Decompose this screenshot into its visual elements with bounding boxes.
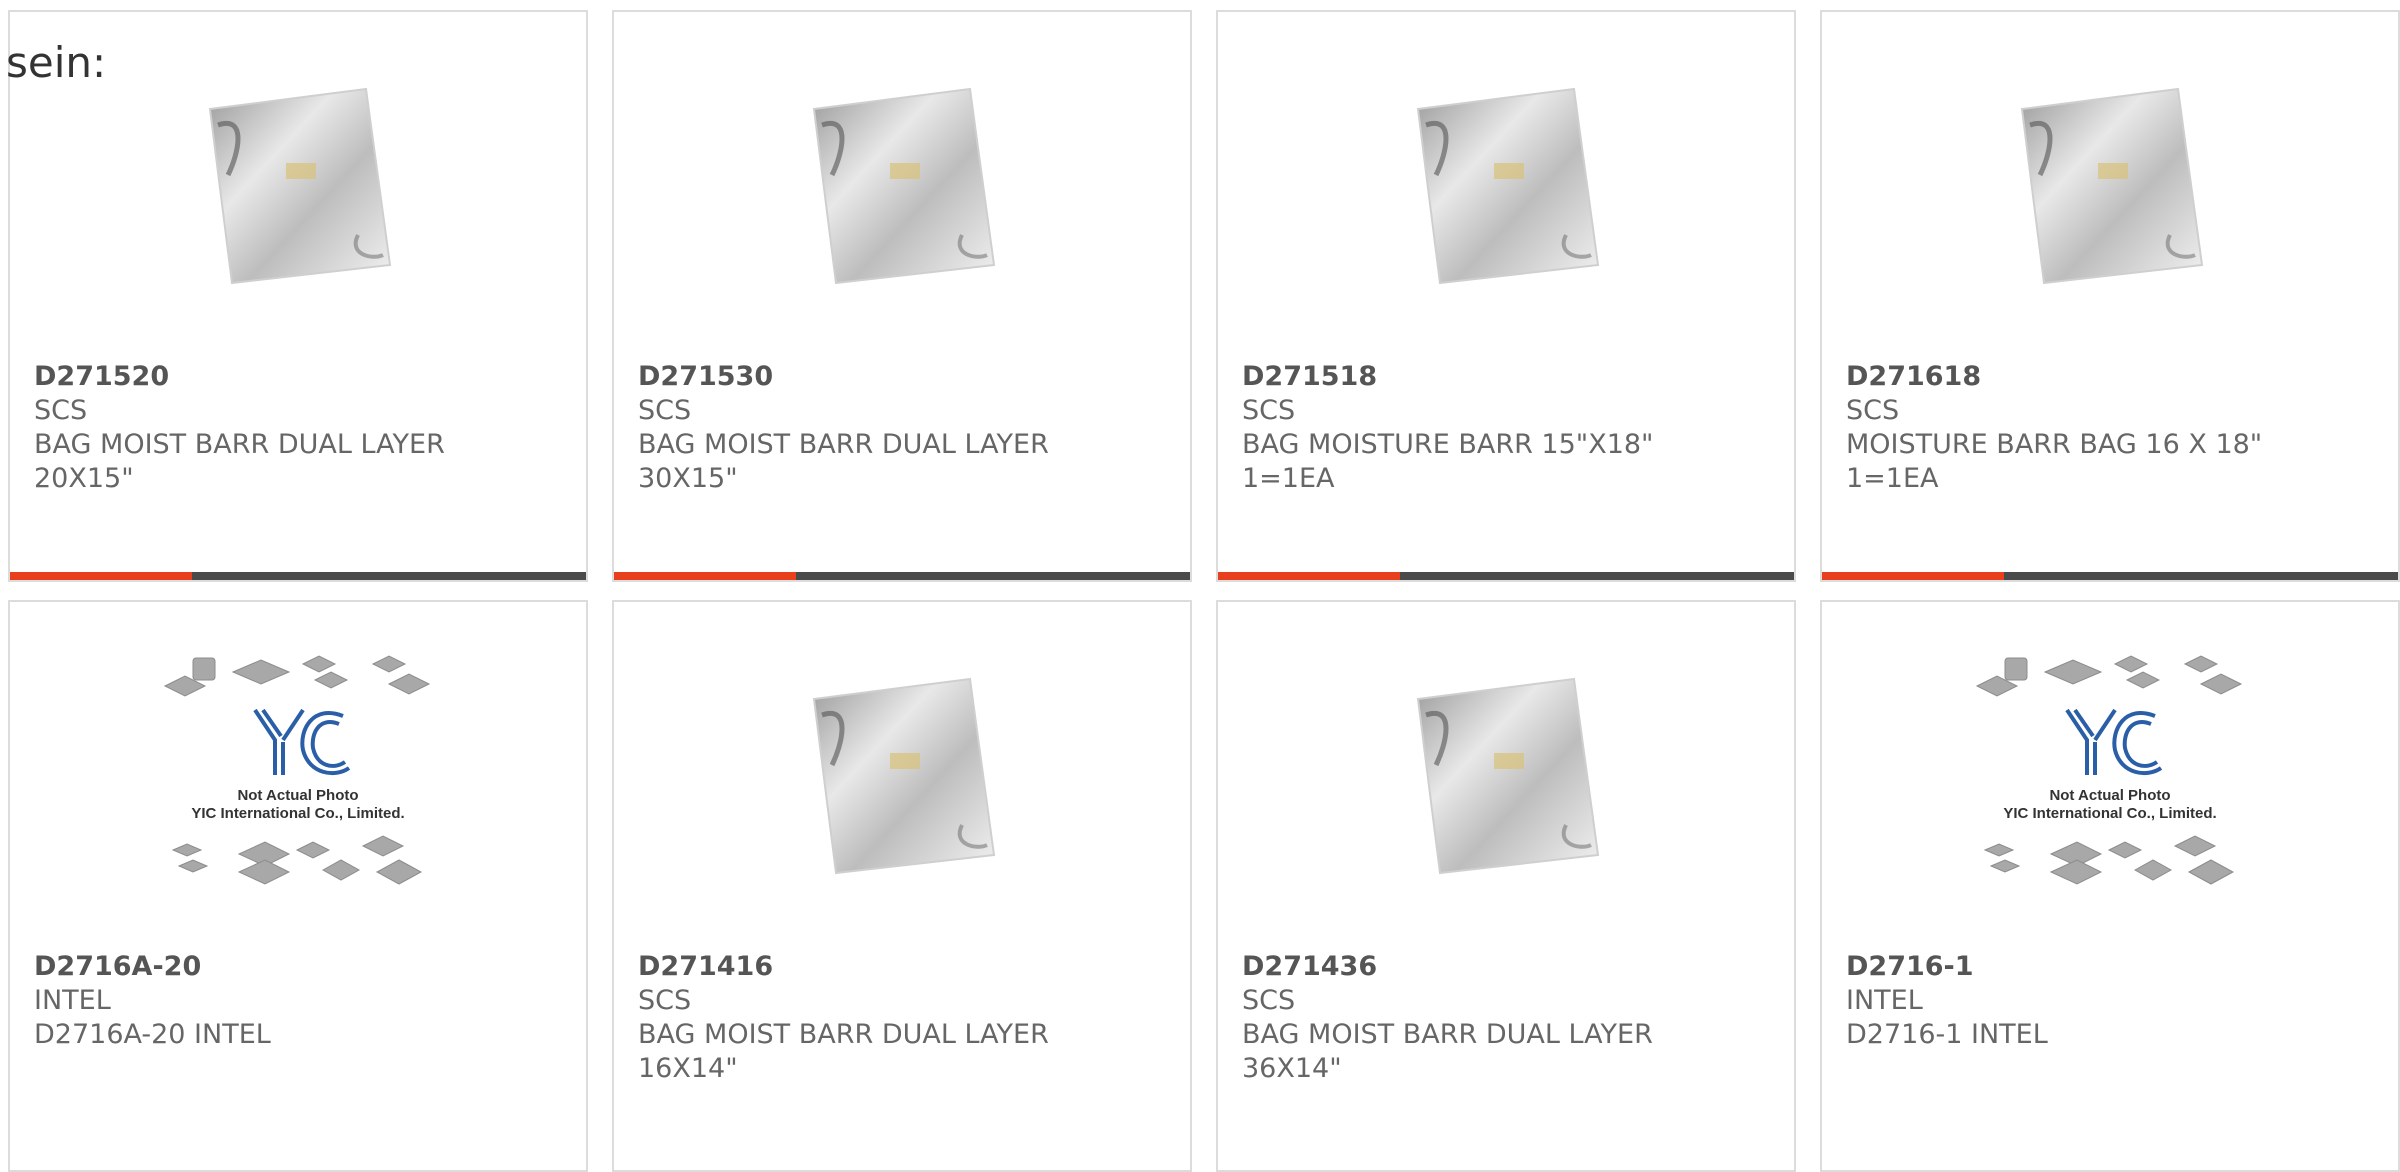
product-description: BAG MOIST BARR DUAL LAYER	[34, 429, 445, 460]
placeholder-chips-image: Not Actual Photo YIC International Co., …	[163, 655, 431, 885]
product-card[interactable]: D271416 SCS BAG MOIST BARR DUAL LAYER 16…	[612, 600, 1192, 1172]
product-description: D2716A-20 INTEL	[34, 1019, 271, 1050]
product-description: BAG MOIST BARR DUAL LAYER	[638, 429, 1049, 460]
product-image[interactable]	[1218, 650, 1794, 900]
intro-text: sein:	[6, 38, 107, 87]
product-image[interactable]: Not Actual Photo YIC International Co., …	[10, 650, 586, 900]
product-card[interactable]: D271530 SCS BAG MOIST BARR DUAL LAYER 30…	[612, 10, 1192, 582]
part-number[interactable]: D271520	[34, 360, 554, 394]
brand-name: INTEL	[1846, 985, 1923, 1016]
part-number[interactable]: D271530	[638, 360, 1158, 394]
product-description-line2: 1=1EA	[1846, 463, 1939, 494]
placeholder-caption-line2: YIC International Co., Limited.	[191, 805, 404, 822]
product-description: D2716-1 INTEL	[1846, 1019, 2048, 1050]
brand-name: SCS	[1242, 395, 1296, 426]
product-card[interactable]: D271618 SCS MOISTURE BARR BAG 16 X 18" 1…	[1820, 10, 2400, 582]
product-card[interactable]: Not Actual Photo YIC International Co., …	[1820, 600, 2400, 1172]
card-footer-bar	[614, 572, 1190, 580]
product-description-line2: 16X14"	[638, 1053, 738, 1084]
part-number[interactable]: D271416	[638, 950, 1158, 984]
product-description: BAG MOIST BARR DUAL LAYER	[638, 1019, 1049, 1050]
moisture-bag-image	[2020, 87, 2204, 285]
product-image[interactable]	[614, 650, 1190, 900]
part-number[interactable]: D2716-1	[1846, 950, 2366, 984]
moisture-bag-image	[208, 87, 392, 285]
placeholder-caption-line1: Not Actual Photo	[237, 787, 358, 804]
product-card[interactable]: D271436 SCS BAG MOIST BARR DUAL LAYER 36…	[1216, 600, 1796, 1172]
part-number[interactable]: D271618	[1846, 360, 2366, 394]
placeholder-chips-image: Not Actual Photo YIC International Co., …	[1975, 655, 2243, 885]
placeholder-caption-line2: YIC International Co., Limited.	[2003, 805, 2216, 822]
brand-name: SCS	[1846, 395, 1900, 426]
product-description-line2: 20X15"	[34, 463, 134, 494]
product-description-line2: 1=1EA	[1242, 463, 1335, 494]
brand-name: SCS	[638, 395, 692, 426]
card-accent-bar	[10, 572, 192, 580]
product-card[interactable]: D271520 SCS BAG MOIST BARR DUAL LAYER 20…	[8, 10, 588, 582]
placeholder-caption-line1: Not Actual Photo	[2049, 787, 2170, 804]
product-description: MOISTURE BARR BAG 16 X 18"	[1846, 429, 2263, 460]
moisture-bag-image	[1416, 87, 1600, 285]
part-number[interactable]: D271518	[1242, 360, 1762, 394]
product-image[interactable]	[614, 60, 1190, 310]
product-description-line2: 36X14"	[1242, 1053, 1342, 1084]
moisture-bag-image	[812, 677, 996, 875]
card-footer-bar	[10, 572, 586, 580]
product-card[interactable]: D271518 SCS BAG MOISTURE BARR 15"X18" 1=…	[1216, 10, 1796, 582]
product-image[interactable]	[1822, 60, 2398, 310]
product-card[interactable]: Not Actual Photo YIC International Co., …	[8, 600, 588, 1172]
product-description: BAG MOISTURE BARR 15"X18"	[1242, 429, 1654, 460]
product-image[interactable]: Not Actual Photo YIC International Co., …	[1822, 650, 2398, 900]
moisture-bag-image	[812, 87, 996, 285]
brand-name: SCS	[638, 985, 692, 1016]
moisture-bag-image	[1416, 677, 1600, 875]
card-accent-bar	[1822, 572, 2004, 580]
card-accent-bar	[614, 572, 796, 580]
card-accent-bar	[1218, 572, 1400, 580]
product-grid: D271520 SCS BAG MOIST BARR DUAL LAYER 20…	[0, 0, 2400, 1172]
brand-name: SCS	[34, 395, 88, 426]
brand-name: INTEL	[34, 985, 111, 1016]
part-number[interactable]: D271436	[1242, 950, 1762, 984]
product-image[interactable]	[10, 60, 586, 310]
card-footer-bar	[1218, 572, 1794, 580]
product-image[interactable]	[1218, 60, 1794, 310]
product-description-line2: 30X15"	[638, 463, 738, 494]
part-number[interactable]: D2716A-20	[34, 950, 554, 984]
card-footer-bar	[1822, 572, 2398, 580]
product-description: BAG MOIST BARR DUAL LAYER	[1242, 1019, 1653, 1050]
brand-name: SCS	[1242, 985, 1296, 1016]
